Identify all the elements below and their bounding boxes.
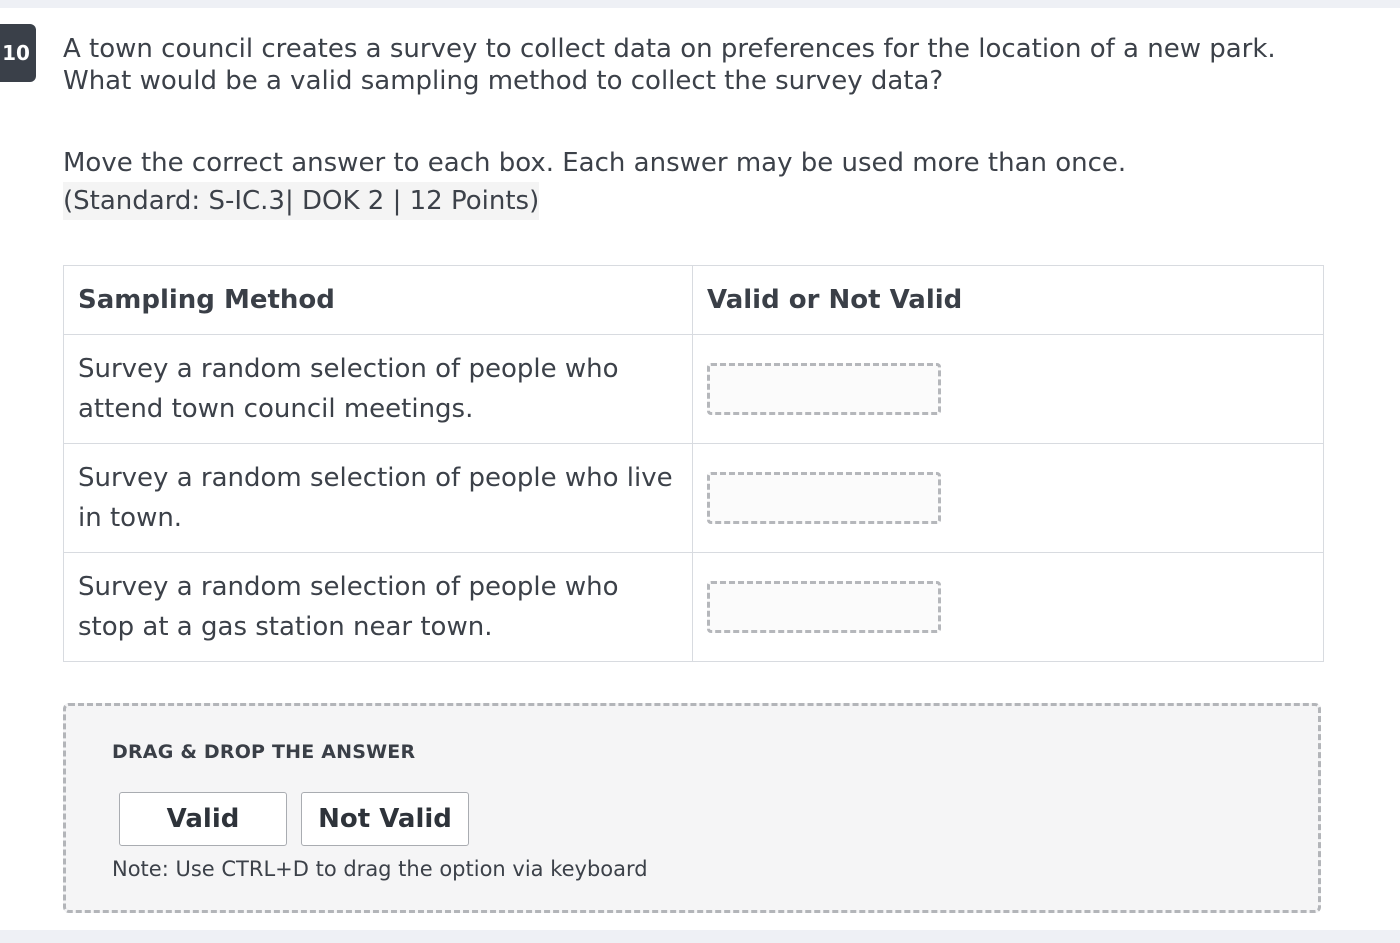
sampling-method-cell: Survey a random selection of people who …: [63, 552, 693, 662]
answer-bank-title: DRAG & DROP THE ANSWER: [112, 741, 416, 763]
drop-zone[interactable]: [707, 581, 941, 633]
instructions-text: Move the correct answer to each box. Eac…: [63, 148, 1127, 178]
sampling-method-table: Sampling Method Valid or Not Valid Surve…: [63, 265, 1324, 662]
question-card: 10 A town council creates a survey to co…: [0, 8, 1400, 930]
column-header-valid-or-not-valid: Valid or Not Valid: [692, 265, 1324, 335]
table-row: Survey a random selection of people who …: [63, 443, 1324, 553]
answer-chip-not-valid[interactable]: Not Valid: [301, 792, 469, 846]
answer-cell: [692, 443, 1324, 553]
answer-cell: [692, 334, 1324, 444]
sampling-method-cell: Survey a random selection of people who …: [63, 334, 693, 444]
table-row: Survey a random selection of people who …: [63, 334, 1324, 444]
answer-chip-valid[interactable]: Valid: [119, 792, 287, 846]
table-header-row: Sampling Method Valid or Not Valid: [63, 265, 1324, 335]
question-number-badge: 10: [0, 24, 36, 82]
drop-zone[interactable]: [707, 472, 941, 524]
instructions: Move the correct answer to each box. Eac…: [63, 144, 1343, 220]
answer-cell: [692, 552, 1324, 662]
question-text: A town council creates a survey to colle…: [63, 34, 1276, 96]
table-row: Survey a random selection of people who …: [63, 552, 1324, 662]
column-header-sampling-method: Sampling Method: [63, 265, 693, 335]
drop-zone[interactable]: [707, 363, 941, 415]
standard-info: (Standard: S-IC.3| DOK 2 | 12 Points): [63, 182, 540, 220]
sampling-method-cell: Survey a random selection of people who …: [63, 443, 693, 553]
answer-bank: DRAG & DROP THE ANSWER Valid Not Valid N…: [63, 703, 1321, 913]
keyboard-note: Note: Use CTRL+D to drag the option via …: [112, 857, 648, 881]
